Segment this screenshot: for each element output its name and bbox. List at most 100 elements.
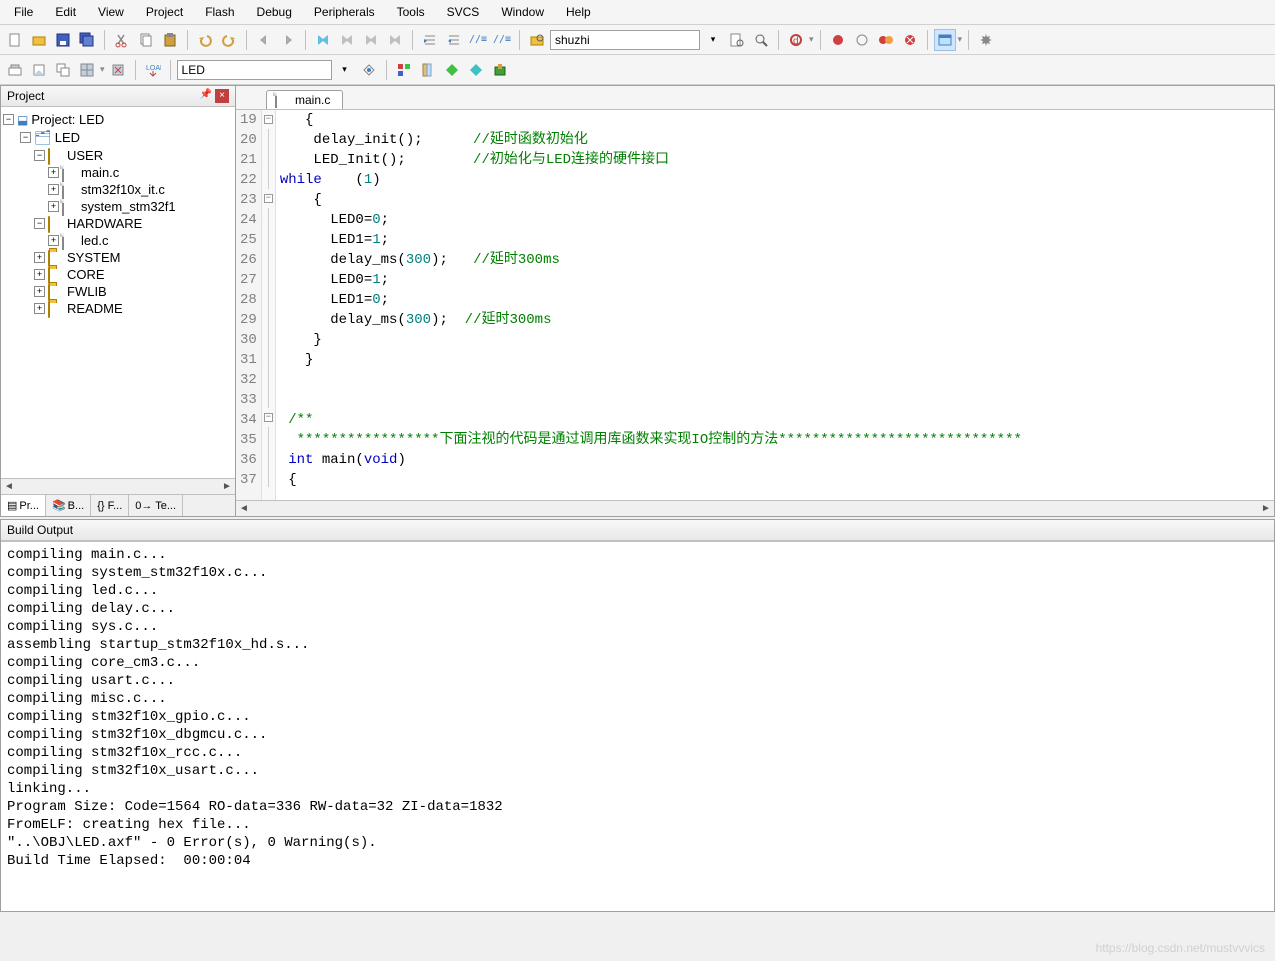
file-extensions-button[interactable] — [393, 59, 415, 81]
bookmark-prev-button[interactable] — [336, 29, 358, 51]
tab-functions[interactable]: {} F... — [91, 495, 129, 516]
open-file-button[interactable] — [28, 29, 50, 51]
tree-group-hardware[interactable]: HARDWARE — [67, 216, 142, 231]
tree-toggle[interactable]: − — [3, 114, 14, 125]
tree-toggle[interactable]: − — [34, 150, 45, 161]
tree-toggle[interactable]: + — [34, 252, 45, 263]
stop-build-button[interactable] — [107, 59, 129, 81]
tree-file[interactable]: led.c — [81, 233, 108, 248]
tree-toggle[interactable]: − — [20, 132, 31, 143]
find-button[interactable] — [526, 29, 548, 51]
tree-toggle[interactable]: + — [34, 286, 45, 297]
tree-toggle[interactable]: + — [48, 235, 59, 246]
menu-project[interactable]: Project — [136, 2, 193, 22]
translate-button[interactable] — [4, 59, 26, 81]
editor-tabs: main.c — [236, 86, 1274, 110]
target-dropdown-button[interactable]: ▾ — [334, 59, 356, 81]
tree-toggle[interactable]: + — [48, 184, 59, 195]
tab-templates[interactable]: 0→ Te... — [129, 495, 183, 516]
incremental-find-button[interactable] — [750, 29, 772, 51]
menu-tools[interactable]: Tools — [387, 2, 435, 22]
menu-peripherals[interactable]: Peripherals — [304, 2, 385, 22]
tree-group-user[interactable]: USER — [67, 148, 103, 163]
copy-button[interactable] — [135, 29, 157, 51]
project-panel-title: Project 📌 × — [1, 86, 235, 107]
tree-target[interactable]: LED — [55, 130, 80, 145]
menu-window[interactable]: Window — [491, 2, 554, 22]
fold-column[interactable]: −−− — [262, 110, 276, 500]
bookmark-button[interactable] — [312, 29, 334, 51]
tree-file[interactable]: main.c — [81, 165, 119, 180]
svg-text:d: d — [793, 36, 799, 47]
download-button[interactable]: LOAD — [142, 59, 164, 81]
tree-toggle[interactable]: + — [48, 201, 59, 212]
uncomment-button[interactable]: //≡ — [491, 29, 513, 51]
tab-books[interactable]: 📚B... — [46, 495, 91, 516]
manage-books-button[interactable] — [417, 59, 439, 81]
build-output-text[interactable]: compiling main.c... compiling system_stm… — [1, 541, 1274, 911]
indent-button[interactable] — [419, 29, 441, 51]
save-button[interactable] — [52, 29, 74, 51]
cut-button[interactable] — [111, 29, 133, 51]
project-tab-icon: ▤ — [7, 499, 17, 512]
comment-button[interactable]: //≡ — [467, 29, 489, 51]
menu-view[interactable]: View — [88, 2, 134, 22]
outdent-button[interactable] — [443, 29, 465, 51]
find-in-files-button[interactable] — [726, 29, 748, 51]
code-editor[interactable]: 19202122232425262728293031323334353637 −… — [236, 110, 1274, 500]
menu-help[interactable]: Help — [556, 2, 601, 22]
select-packs-button[interactable] — [465, 59, 487, 81]
tree-toggle[interactable]: − — [34, 218, 45, 229]
breakpoint-disable-button[interactable] — [875, 29, 897, 51]
bookmark-clear-button[interactable] — [384, 29, 406, 51]
find-input[interactable] — [550, 30, 700, 50]
project-tree[interactable]: −⬓Project: LED −🗂LED −USER +main.c +stm3… — [1, 107, 235, 478]
editor-hscrollbar[interactable]: ◄► — [236, 500, 1274, 516]
configure-button[interactable] — [975, 29, 997, 51]
undo-button[interactable] — [194, 29, 216, 51]
debug-button[interactable]: d — [785, 29, 807, 51]
tree-group-fwlib[interactable]: FWLIB — [67, 284, 107, 299]
tree-toggle[interactable]: + — [34, 303, 45, 314]
tree-file[interactable]: stm32f10x_it.c — [81, 182, 165, 197]
close-panel-button[interactable]: × — [215, 89, 229, 103]
save-all-button[interactable] — [76, 29, 98, 51]
tree-project-root[interactable]: Project: LED — [31, 112, 104, 127]
target-options-button[interactable] — [358, 59, 380, 81]
menu-debug[interactable]: Debug — [247, 2, 302, 22]
batch-build-button[interactable] — [76, 59, 98, 81]
rebuild-button[interactable] — [52, 59, 74, 81]
menu-edit[interactable]: Edit — [45, 2, 86, 22]
folder-icon — [48, 301, 50, 318]
tab-project[interactable]: ▤Pr... — [1, 495, 46, 516]
tree-group-readme[interactable]: README — [67, 301, 123, 316]
nav-forward-button[interactable] — [277, 29, 299, 51]
window-view-button[interactable] — [934, 29, 956, 51]
tree-toggle[interactable]: + — [48, 167, 59, 178]
build-button[interactable] — [28, 59, 50, 81]
pin-icon[interactable]: 📌 — [199, 89, 213, 103]
watermark: https://blog.csdn.net/mustvvvics — [1096, 941, 1265, 955]
breakpoint-enable-button[interactable] — [851, 29, 873, 51]
new-file-button[interactable] — [4, 29, 26, 51]
bookmark-next-button[interactable] — [360, 29, 382, 51]
breakpoint-insert-button[interactable] — [827, 29, 849, 51]
find-dropdown-button[interactable]: ▾ — [702, 29, 724, 51]
menu-svcs[interactable]: SVCS — [437, 2, 490, 22]
pack-installer-button[interactable] — [489, 59, 511, 81]
target-select[interactable] — [177, 60, 332, 80]
code-content[interactable]: { delay_init(); //延时函数初始化 LED_Init(); //… — [276, 110, 1274, 500]
tree-group-core[interactable]: CORE — [67, 267, 105, 282]
editor-tab-main[interactable]: main.c — [266, 90, 343, 109]
breakpoint-kill-button[interactable] — [899, 29, 921, 51]
menu-file[interactable]: File — [4, 2, 43, 22]
project-hscrollbar[interactable]: ◄► — [1, 478, 235, 494]
paste-button[interactable] — [159, 29, 181, 51]
tree-group-system[interactable]: SYSTEM — [67, 250, 120, 265]
menu-flash[interactable]: Flash — [195, 2, 244, 22]
nav-back-button[interactable] — [253, 29, 275, 51]
tree-file[interactable]: system_stm32f1 — [81, 199, 176, 214]
tree-toggle[interactable]: + — [34, 269, 45, 280]
manage-rte-button[interactable] — [441, 59, 463, 81]
redo-button[interactable] — [218, 29, 240, 51]
